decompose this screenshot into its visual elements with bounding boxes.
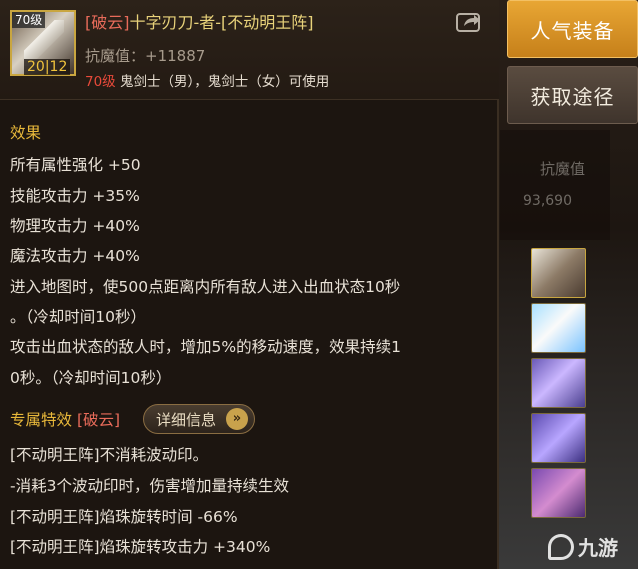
exclusive-line: -消耗3个波动印时，伤害增加量持续生效 [10, 477, 289, 495]
equipment-slot[interactable] [531, 358, 586, 408]
effect-line: 进入地图时，使500点距离内所有敌人进入出血状态10秒 [10, 278, 401, 296]
detail-info-label: 详细信息 [156, 410, 217, 429]
exclusive-line: [不动明王阵]不消耗波动印。 [10, 446, 209, 464]
item-name-tag: [破云] [85, 13, 130, 32]
exclusive-tag: [破云] [76, 411, 121, 429]
item-count-badge: 20|12 [24, 59, 71, 75]
effect-line: 所有属性强化 +50 [10, 156, 141, 174]
character-stat-value: 93,690 [523, 193, 572, 209]
equipment-slot[interactable] [531, 248, 586, 298]
chevron-right-icon: » [226, 408, 248, 430]
effect-line: 物理攻击力 +40% [10, 217, 140, 235]
effect-line: 攻击出血状态的敌人时，增加5%的移动速度，效果持续1 [10, 338, 401, 356]
item-stat: 抗魔值：+11887 [85, 47, 206, 65]
effect-line: 0秒。（冷却时间10秒） [10, 369, 172, 387]
item-name: [破云]十字刃刀-者-[不动明王阵] [85, 9, 314, 33]
site-watermark: 九游 [548, 532, 618, 561]
character-stat-label: 抗魔值 [540, 160, 586, 178]
exclusive-line: [不动明王阵]焰珠旋转时间 -66% [10, 508, 238, 526]
item-name-text: 十字刃刀-者-[不动明王阵] [129, 13, 314, 32]
equipment-slot[interactable] [531, 413, 586, 463]
weapon-icon: 70级 20|12 [10, 10, 76, 76]
acquire-source-button[interactable]: 获取途径 [507, 66, 638, 124]
watermark-text: 九游 [578, 536, 618, 560]
equipment-slot[interactable] [531, 468, 586, 518]
watermark-logo-icon [548, 533, 574, 560]
stat-box [500, 130, 610, 240]
item-tooltip: 70级 20|12 [破云]十字刃刀-者-[不动明王阵] 抗魔值：+11887 … [0, 0, 499, 569]
effect-line: 技能攻击力 +35% [10, 187, 140, 205]
equipment-slot[interactable] [531, 303, 586, 353]
share-icon[interactable] [456, 11, 482, 33]
required-classes: 鬼剑士（男），鬼剑士（女）可使用 [119, 74, 330, 90]
exclusive-label: 专属特效 [10, 411, 73, 429]
item-level-badge: 70级 [12, 12, 46, 28]
required-level: 70级 [85, 74, 116, 90]
item-header: 70级 20|12 [破云]十字刃刀-者-[不动明王阵] 抗魔值：+11887 … [0, 0, 499, 100]
effect-line: 。（冷却时间10秒） [10, 308, 146, 326]
popular-equipment-button[interactable]: 人气装备 [507, 0, 638, 58]
item-requirement: 70级 鬼剑士（男），鬼剑士（女）可使用 [85, 70, 329, 90]
effect-line: 魔法攻击力 +40% [10, 247, 140, 265]
exclusive-line: [不动明王阵]焰珠旋转攻击力 +340% [10, 538, 271, 556]
detail-info-button[interactable]: 详细信息 » [143, 404, 255, 434]
effects-title: 效果 [10, 124, 42, 142]
exclusive-effect-title: 专属特效 [破云] [10, 408, 120, 430]
